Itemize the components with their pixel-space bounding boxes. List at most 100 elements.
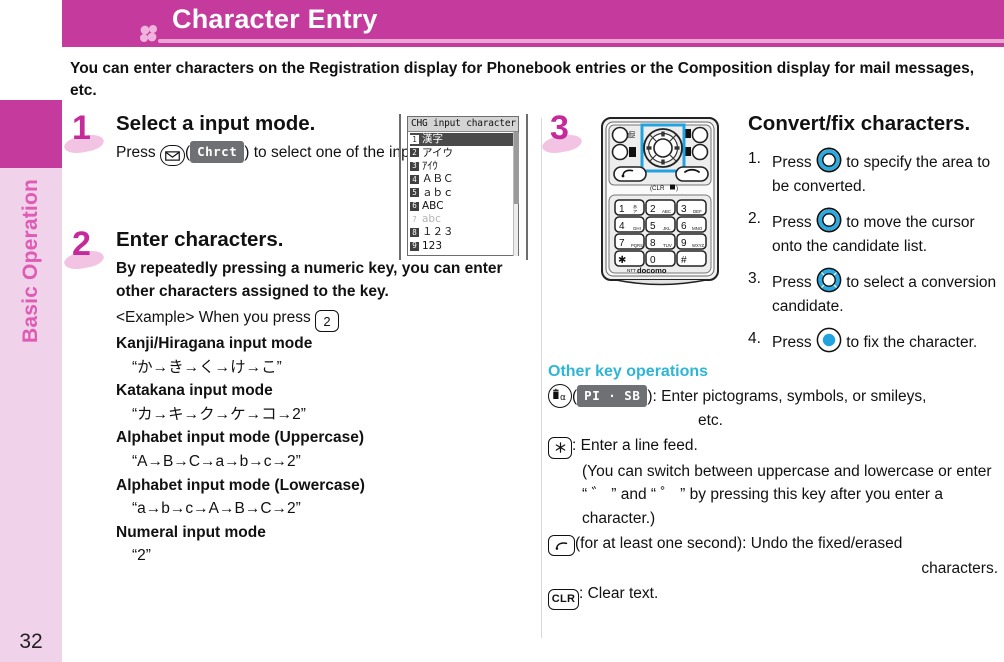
nav-key-up-down-icon [816, 207, 842, 233]
mode-sequence: “a→b→c→A→B→C→2” [132, 500, 301, 518]
row-index: 8 [410, 228, 419, 238]
row-label: ABC [422, 199, 444, 212]
svg-text:6: 6 [681, 221, 687, 232]
input-mode-row: 7 abc [410, 213, 518, 226]
screenshot-left-rail [399, 114, 401, 260]
input-mode-row[interactable]: 4 ＡＢＣ [410, 173, 518, 186]
input-mode-row[interactable]: 5 ａｂｃ [410, 186, 518, 199]
svg-text:WXYZ: WXYZ [692, 243, 705, 248]
row-index: 2 [410, 148, 419, 158]
clover-icon [138, 24, 160, 44]
asterisk-row-text: : Enter a line feed. [572, 437, 698, 455]
row-label: ＡＢＣ [422, 173, 454, 186]
item-text-before: Press [772, 153, 812, 171]
input-mode-row[interactable]: 3 ｱｲｳ [410, 160, 518, 173]
svg-text:(CLR: (CLR [650, 185, 665, 192]
input-mode-row[interactable]: 9 123 [410, 239, 518, 252]
svg-text:1: 1 [619, 204, 625, 215]
mode-sequence: “カ→キ→ク→ケ→コ→2” [132, 405, 306, 423]
step-3-title: Convert/fix characters. [748, 112, 971, 135]
input-mode-list: 1 漢字 2 アイウ 3 ｱｲｳ 4 ＡＢＣ 5 ａｂｃ 6 ABC 7 abc… [408, 132, 518, 253]
other-key-row-pictogram: α (PI · SB): Enter pictograms, symbols, … [548, 383, 1000, 409]
pictogram-row-text: : Enter pictograms, symbols, or smileys, [652, 387, 927, 405]
call-row-text: (for at least one second): Undo the fixe… [575, 534, 903, 552]
page-header-banner: Character Entry [62, 0, 1004, 47]
svg-text:α: α [560, 392, 566, 402]
svg-text:GHI: GHI [633, 226, 641, 231]
svg-text:✱: ✱ [618, 255, 626, 266]
svg-text:2: 2 [650, 204, 656, 215]
column-divider [541, 118, 542, 638]
screen-scrollbar[interactable] [513, 132, 519, 256]
svg-text:NU: NU [631, 130, 637, 138]
mode-sequence: “か→き→く→け→こ” [132, 358, 282, 376]
input-mode-row[interactable]: 8 １２３ [410, 226, 518, 239]
pictogram-row-continuation: etc. [698, 412, 723, 430]
row-index: 3 [410, 161, 419, 171]
row-index: 5 [410, 188, 419, 198]
row-label: ａｂｃ [422, 186, 454, 199]
row-label: ｱｲｳ [422, 159, 438, 172]
svg-text:docomo: docomo [637, 266, 667, 275]
input-mode-screen-title: CHG input character [408, 117, 518, 132]
mode-name: Numeral input mode [116, 523, 266, 541]
sidebar-rail: Basic Operation 32 [0, 0, 62, 662]
softkey-pi-sb: PI · SB [577, 384, 648, 407]
mode-name: Alphabet input mode (Uppercase) [116, 429, 365, 447]
item-number: 2. [748, 209, 761, 227]
other-key-row-call: (for at least one second): Undo the fixe… [548, 532, 1000, 557]
nav-key-left-right-icon [816, 147, 842, 173]
svg-text:DEF: DEF [693, 209, 702, 214]
mode-sequence: “2” [132, 547, 151, 565]
row-index: 9 [410, 241, 419, 251]
row-index: 4 [410, 175, 419, 185]
scrollbar-thumb[interactable] [514, 132, 519, 204]
item-text-before: Press [772, 273, 812, 291]
mode-sequence: “A→B→C→a→b→c→2” [132, 453, 301, 471]
call-key-icon [548, 535, 575, 557]
row-label: アイウ [422, 146, 453, 159]
intro-paragraph: You can enter characters on the Registra… [70, 60, 975, 99]
row-label: abc [422, 213, 441, 226]
item-text: Press to specify the area to be converte… [772, 147, 1000, 199]
item-text: Press to select a conversion candidate. [772, 267, 1000, 319]
row-label: 漢字 [422, 133, 443, 146]
svg-text:): ) [676, 185, 678, 192]
input-mode-screen: CHG input character 1 漢字 2 アイウ 3 ｱｲｳ 4 Ａ… [407, 116, 519, 256]
numeric-key-2-icon: 2 [315, 310, 340, 333]
step-2-example-prefix: <Example> When you press [116, 308, 311, 326]
svg-text:7: 7 [619, 238, 625, 249]
svg-text:JKL: JKL [663, 226, 671, 231]
step-2-number: 2 [72, 225, 91, 264]
sidebar-section-label: Basic Operation [19, 178, 42, 344]
other-key-operations-heading: Other key operations [548, 362, 709, 380]
row-index: 1 [410, 135, 419, 145]
asterisk-row-note: (You can switch between uppercase and lo… [582, 462, 992, 528]
row-label: 123 [422, 239, 443, 252]
step-3-item: 2. Press to move the cursor onto the can… [748, 207, 1000, 259]
row-label: １２３ [422, 226, 454, 239]
step-3-number: 3 [550, 109, 569, 147]
handset-illustration: ME NU (CLR ) 1 あ ア 2 ABC 3 DEF 4 GHI 5 J… [596, 116, 726, 286]
screenshot-right-rail [526, 114, 528, 260]
header-underline [158, 39, 1004, 43]
paren-close: ) [244, 143, 250, 161]
input-mode-row[interactable]: 2 アイウ [410, 146, 518, 159]
svg-text:9: 9 [681, 238, 687, 249]
step-2-badge: 2 [62, 225, 110, 272]
item-text: Press to fix the character. [772, 327, 1000, 355]
input-mode-row[interactable]: 1 漢字 [410, 133, 518, 147]
step-3-badge: 3 [540, 109, 588, 156]
svg-text:PQRS: PQRS [631, 243, 643, 248]
item-text: Press to move the cursor onto the candid… [772, 207, 1000, 259]
input-mode-row[interactable]: 6 ABC [410, 199, 518, 212]
item-text-before: Press [772, 213, 812, 231]
step-3-body: Convert/fix characters. 1. Press to spec… [748, 112, 1000, 355]
step-3-item: 1. Press to specify the area to be conve… [748, 147, 1000, 199]
svg-text:#: # [681, 255, 687, 266]
rail-top-spacer [0, 0, 62, 100]
mode-name: Kanji/Hiragana input mode [116, 335, 313, 353]
page-title: Character Entry [172, 4, 378, 34]
item-text-after: to fix the character. [846, 333, 978, 351]
svg-text:8: 8 [650, 238, 656, 249]
